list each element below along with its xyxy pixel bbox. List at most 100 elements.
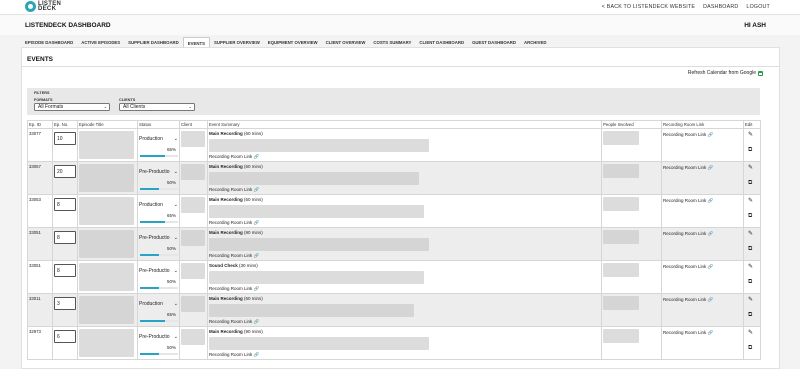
edit-icon[interactable]: ✎ bbox=[748, 263, 753, 270]
tab-events[interactable]: EVENTS bbox=[182, 37, 210, 47]
link-icon: 🔗 bbox=[253, 286, 260, 291]
recording-room-link[interactable]: Recording Room Link 🔗 bbox=[663, 330, 742, 336]
edit-icon[interactable]: ✎ bbox=[748, 230, 753, 237]
dashboard-link[interactable]: DASHBOARD bbox=[703, 4, 738, 10]
ep-id-cell: 33051 bbox=[27, 227, 53, 261]
logout-link[interactable]: LOGOUT bbox=[746, 4, 770, 10]
recording-room-link[interactable]: Recording Room Link 🔗 bbox=[209, 187, 259, 193]
tab-episode-dashboard[interactable]: EPISODE DASHBOARD bbox=[21, 37, 77, 47]
recording-room-link[interactable]: Recording Room Link 🔗 bbox=[663, 264, 742, 270]
ep-id: 33051 bbox=[29, 263, 41, 268]
status-select[interactable]: Production ⌄ bbox=[139, 199, 179, 210]
people-cell bbox=[601, 194, 662, 228]
progress-percent: 50% bbox=[166, 180, 176, 185]
recording-room-link[interactable]: Recording Room Link 🔗 bbox=[663, 165, 742, 171]
status-select[interactable]: Pre-Productio ⌄ bbox=[139, 331, 179, 342]
events-table: Ep. ID Ep. No. Episode Title Status Client Ev… bbox=[27, 120, 761, 360]
redacted-people bbox=[603, 263, 639, 277]
status-value: Pre-Productio bbox=[139, 267, 170, 274]
status-select[interactable]: Production ⌄ bbox=[139, 298, 179, 309]
ep-no-cell: 20 bbox=[52, 161, 78, 195]
tab-active-episodes[interactable]: ACTIVE EPISODES bbox=[77, 37, 124, 47]
external-link-icon[interactable]: ⧉ bbox=[748, 213, 752, 220]
redacted-summary bbox=[209, 271, 424, 284]
redacted-client bbox=[181, 296, 205, 312]
external-link-icon[interactable]: ⧉ bbox=[748, 147, 752, 154]
recording-room-link[interactable]: Recording Room Link 🔗 bbox=[663, 198, 742, 204]
external-link-icon[interactable]: ⧉ bbox=[748, 279, 752, 286]
table-row: 33051 8 Pre-Productio ⌄ 50% Sound Check (30 m… bbox=[27, 260, 761, 294]
recording-room-link[interactable]: Recording Room Link 🔗 bbox=[209, 154, 259, 160]
redacted-summary bbox=[209, 205, 424, 218]
progress-fill bbox=[140, 221, 165, 223]
divider bbox=[22, 66, 779, 67]
tab-guest-dashboard[interactable]: GUEST DASHBOARD bbox=[468, 37, 520, 47]
redacted-people bbox=[603, 329, 639, 343]
ep-no-input[interactable]: 8 bbox=[54, 198, 76, 211]
recording-room-link[interactable]: Recording Room Link 🔗 bbox=[209, 352, 259, 358]
ep-no-cell: 10 bbox=[52, 128, 78, 162]
recording-room-link[interactable]: Recording Room Link 🔗 bbox=[209, 220, 259, 226]
edit-icon[interactable]: ✎ bbox=[748, 329, 753, 336]
status-select[interactable]: Pre-Productio ⌄ bbox=[139, 166, 179, 177]
progress-percent: 50% bbox=[166, 279, 176, 284]
tab-supplier-overview[interactable]: SUPPLIER OVERVIEW bbox=[210, 37, 264, 47]
tab-supplier-dashboard[interactable]: SUPPLIER DASHBOARD bbox=[124, 37, 183, 47]
edit-icon[interactable]: ✎ bbox=[748, 197, 753, 204]
status-cell: Production ⌄ 65% bbox=[137, 293, 180, 327]
recording-room-link-label: Recording Room Link bbox=[209, 220, 253, 225]
recording-room-link-label: Recording Room Link bbox=[663, 330, 707, 335]
ep-no-input[interactable]: 20 bbox=[54, 165, 76, 178]
ep-no-input[interactable]: 10 bbox=[54, 132, 76, 145]
ep-no-input[interactable]: 3 bbox=[54, 297, 76, 310]
refresh-calendar-link[interactable]: Refresh Calendar from Google bbox=[688, 70, 763, 76]
tab-costs-summary[interactable]: COSTS SUMMARY bbox=[369, 37, 415, 47]
progress-fill bbox=[140, 320, 165, 322]
external-link-icon[interactable]: ⧉ bbox=[748, 345, 752, 352]
table-header-row: Ep. ID Ep. No. Episode Title Status Client Ev… bbox=[27, 120, 761, 129]
status-select[interactable]: Pre-Productio ⌄ bbox=[139, 265, 179, 276]
brand-logo[interactable]: LISTEN DECK bbox=[25, 1, 61, 12]
redacted-title bbox=[79, 164, 134, 192]
external-link-icon[interactable]: ⧉ bbox=[748, 312, 752, 319]
ep-no-cell: 6 bbox=[52, 326, 78, 360]
tab-client-overview[interactable]: CLIENT OVERVIEW bbox=[322, 37, 370, 47]
recording-room-link[interactable]: Recording Room Link 🔗 bbox=[663, 132, 742, 138]
tab-equipment-overview[interactable]: EQUIPMENT OVERVIEW bbox=[264, 37, 322, 47]
status-value: Production bbox=[139, 135, 163, 142]
clients-select[interactable]: All Clients ⌄ bbox=[119, 103, 195, 111]
external-link-icon[interactable]: ⧉ bbox=[748, 180, 752, 187]
status-value: Production bbox=[139, 201, 163, 208]
recording-room-link[interactable]: Recording Room Link 🔗 bbox=[209, 286, 259, 292]
recording-room-link[interactable]: Recording Room Link 🔗 bbox=[663, 231, 742, 237]
edit-icon[interactable]: ✎ bbox=[748, 131, 753, 138]
progress-percent: 65% bbox=[166, 213, 176, 218]
tab-client-dashboard[interactable]: CLIENT DASHBOARD bbox=[415, 37, 468, 47]
redacted-people bbox=[603, 296, 639, 310]
redacted-title bbox=[79, 230, 134, 258]
edit-icon[interactable]: ✎ bbox=[748, 164, 753, 171]
redacted-summary bbox=[209, 304, 414, 317]
ep-no-input[interactable]: 8 bbox=[54, 231, 76, 244]
status-select[interactable]: Pre-Productio ⌄ bbox=[139, 232, 179, 243]
recording-room-link[interactable]: Recording Room Link 🔗 bbox=[663, 297, 742, 303]
ep-no-input[interactable]: 8 bbox=[54, 264, 76, 277]
client-cell bbox=[179, 194, 208, 228]
ep-no-input[interactable]: 6 bbox=[54, 330, 76, 343]
recording-room-link-label: Recording Room Link bbox=[209, 319, 253, 324]
redacted-summary bbox=[209, 238, 429, 251]
chevron-down-icon: ⌄ bbox=[173, 234, 178, 241]
edit-cell: ✎ ⧉ bbox=[743, 227, 761, 261]
ep-no-cell: 8 bbox=[52, 260, 78, 294]
event-title: Main Recording (60 mins) bbox=[209, 296, 600, 301]
event-duration: (90 mins) bbox=[244, 329, 263, 334]
back-to-website-link[interactable]: < BACK TO LISTENDECK WEBSITE bbox=[602, 4, 695, 10]
tab-archived[interactable]: ARCHIVED bbox=[520, 37, 550, 47]
formats-select[interactable]: All Formats ⌄ bbox=[34, 103, 110, 111]
external-link-icon[interactable]: ⧉ bbox=[748, 246, 752, 253]
status-select[interactable]: Production ⌄ bbox=[139, 133, 179, 144]
status-value: Pre-Productio bbox=[139, 234, 170, 241]
recording-room-link[interactable]: Recording Room Link 🔗 bbox=[209, 253, 259, 259]
edit-icon[interactable]: ✎ bbox=[748, 296, 753, 303]
recording-room-link[interactable]: Recording Room Link 🔗 bbox=[209, 319, 259, 325]
